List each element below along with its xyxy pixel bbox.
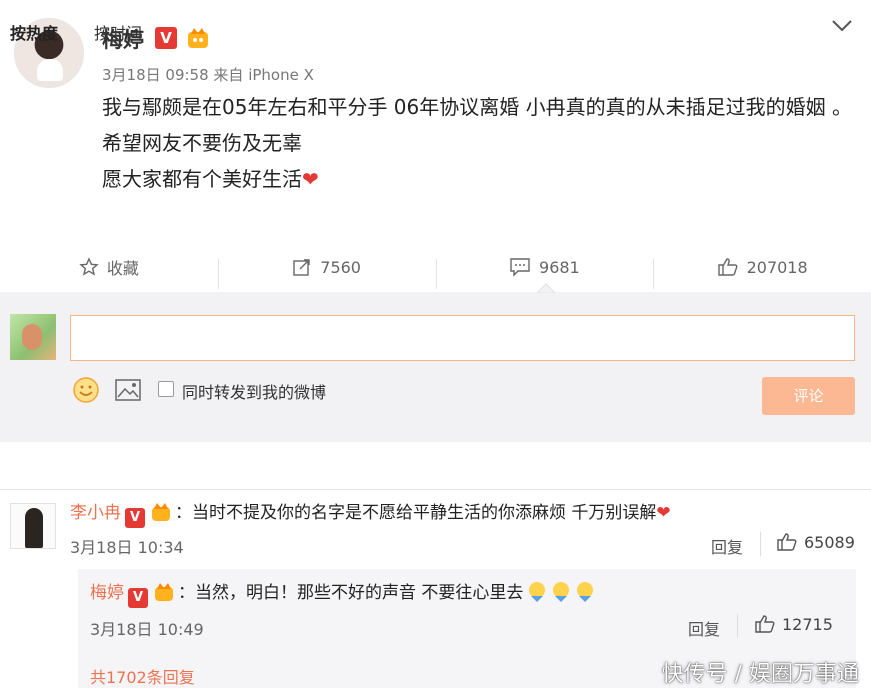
composer-pointer	[537, 283, 555, 293]
thumbs-up-icon	[777, 533, 797, 551]
commenter-name[interactable]: 李小冉	[70, 503, 121, 523]
star-icon	[79, 257, 99, 276]
comment-input[interactable]	[70, 315, 855, 361]
comment-like-button[interactable]: 65089	[776, 532, 855, 552]
verified-badge-icon: V	[125, 508, 145, 528]
comment-sort-bar	[0, 442, 871, 490]
post-source: 来自 iPhone X	[213, 66, 314, 84]
thumbs-up-icon	[755, 615, 775, 633]
replier-name[interactable]: 梅婷	[90, 583, 124, 603]
post-action-bar: 收藏 7560 9681 207018	[0, 244, 871, 290]
comment-reply-button[interactable]: 回复	[711, 534, 743, 558]
divider	[760, 532, 761, 556]
verified-badge-icon: V	[128, 588, 148, 608]
image-upload-icon[interactable]	[114, 378, 142, 402]
reply-time: 3月18日 10:49	[90, 620, 204, 639]
post-timestamp[interactable]: 3月18日 09:58	[102, 66, 209, 84]
submit-comment-button[interactable]: 评论	[762, 377, 855, 415]
reply-text-line: 梅婷 V ：当然，明白！那些不好的声音 不要往心里去	[90, 578, 595, 608]
commenter-avatar[interactable]	[10, 503, 56, 549]
vip-crown-icon	[152, 503, 170, 521]
more-replies-link[interactable]: 共1702条回复	[90, 664, 195, 688]
emoji-smile-icon[interactable]	[72, 376, 100, 404]
emoji-pray-icon	[577, 582, 594, 602]
heart-icon: ❤	[656, 503, 671, 523]
comment-colon: ：	[175, 503, 192, 523]
heart-icon: ❤	[302, 167, 319, 191]
repost-icon	[293, 259, 310, 276]
like-button[interactable]: 207018	[653, 257, 871, 289]
like-count: 207018	[746, 257, 808, 277]
post-line-3: 愿大家都有个美好生活❤	[102, 167, 319, 191]
post-line-1: 我与鄢颇是在05年左右和平分手 06年协议离婚 小冉真的真的从未插足过我的婚姻 …	[102, 95, 852, 119]
repost-checkbox-label[interactable]: 同时转发到我的微博	[182, 379, 326, 403]
thumbs-up-icon	[717, 258, 738, 276]
emoji-pray-icon	[553, 582, 570, 602]
favorite-label: 收藏	[106, 259, 139, 278]
repost-checkbox[interactable]	[158, 381, 174, 397]
reply-like-button[interactable]: 12715	[754, 614, 833, 634]
comment-time: 3月18日 10:34	[70, 538, 184, 557]
post-line-2: 希望网友不要伤及无辜	[102, 131, 302, 155]
comment-button[interactable]: 9681	[435, 257, 654, 289]
reply-reply-button[interactable]: 回复	[688, 616, 720, 640]
repost-count: 7560	[320, 257, 361, 277]
comment-count: 9681	[539, 257, 580, 277]
favorite-button[interactable]: 收藏	[0, 255, 218, 279]
comment-like-count: 65089	[804, 532, 855, 552]
my-avatar[interactable]	[10, 314, 56, 360]
comment-text-line: 李小冉 V ：当时不提及你的名字是不愿给平静生活的你添麻烦 千万别误解❤	[70, 498, 671, 528]
divider	[737, 614, 738, 638]
post-content: 我与鄢颇是在05年左右和平分手 06年协议离婚 小冉真的真的从未插足过我的婚姻 …	[102, 92, 862, 200]
reply-colon: ：	[178, 583, 195, 603]
vip-crown-icon	[188, 28, 208, 48]
chevron-down-icon[interactable]	[831, 14, 853, 39]
reply-like-count: 12715	[782, 614, 833, 634]
vip-crown-icon	[155, 583, 173, 601]
comment-icon	[510, 258, 530, 277]
reply-text: 当然，明白！那些不好的声音 不要往心里去	[195, 583, 524, 603]
verified-badge-icon: V	[155, 27, 177, 49]
tab-sort-hot[interactable]: 按热度	[10, 20, 58, 44]
tab-sort-time[interactable]: 按时间	[94, 20, 142, 44]
watermark: 快传号 / 娱圈万事通	[661, 662, 859, 687]
comment-text: 当时不提及你的名字是不愿给平静生活的你添麻烦 千万别误解	[192, 503, 657, 523]
repost-button[interactable]: 7560	[217, 257, 436, 289]
emoji-pray-icon	[529, 582, 546, 602]
post-meta: 3月18日 09:58 来自 iPhone X	[102, 64, 314, 85]
